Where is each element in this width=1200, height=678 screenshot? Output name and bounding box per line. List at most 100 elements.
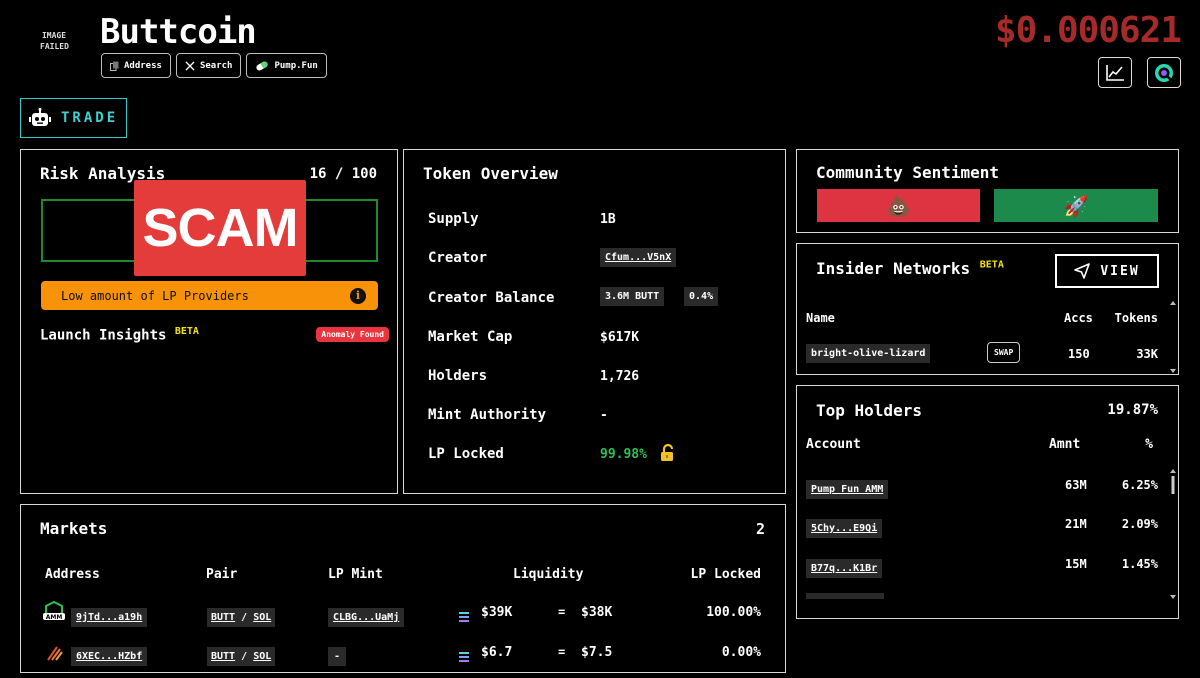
lp-locked-label: LP Locked [428,446,504,462]
token-overview-panel: Token Overview Supply 1B Creator Cfum...… [403,149,786,494]
holder-account[interactable]: 5Chy...E9Qi [806,519,883,538]
lock-icon [661,443,674,461]
top-holders-panel: Top Holders 19.87% Account Amnt % Pump F… [796,385,1179,619]
scam-stamp: SCAM [134,180,306,276]
rocket-icon: 🚀 [1063,193,1089,218]
address-chip-label: Address [124,60,162,71]
insider-networks: Insider Networks BETA [816,259,1004,278]
col-name: Name [806,311,835,325]
creator-label: Creator [428,250,488,266]
holder-percent: 2.09% [1121,517,1158,531]
view-label: VIEW [1100,263,1140,279]
trade-button[interactable]: TRADE [20,98,127,138]
insider-title: Insider Networks [816,259,971,278]
vote-good-button[interactable]: 🚀 [994,189,1158,222]
col-amount: Amnt [1049,437,1081,452]
holders-total: 19.87% [1107,402,1158,418]
market-lp-locked: 100.00% [706,605,761,620]
holder-percent: 6.25% [1121,478,1158,492]
holders-value: 1,726 [600,369,640,384]
market-pair: BUTT / SOL [207,644,276,666]
beta-badge: BETA [174,326,199,337]
poop-icon: 💩 [886,193,911,218]
send-icon [1074,263,1091,279]
overview-title: Token Overview [423,164,558,183]
pair-separator: / [241,651,248,662]
insiders-scrollbar[interactable] [1170,300,1176,374]
insider-tokens: 33K [1136,347,1158,361]
pumpfun-chip[interactable]: Pump.Fun [246,53,327,78]
pair-base-link[interactable]: BUTT [211,612,235,623]
lp-mint-address[interactable]: CLBG...UaMj [328,608,405,627]
address-chip[interactable]: Address [101,53,171,78]
pill-icon [256,61,269,70]
holder-row-partial [806,593,884,599]
lp-locked-value: 99.98% [600,447,647,462]
explorer-button[interactable] [1147,57,1181,88]
insider-name[interactable]: bright-olive-lizard [806,344,931,363]
launch-insights: Launch Insights BETA [40,326,199,344]
launch-insights-label: Launch Insights [40,327,167,344]
col-tokens: Tokens [1114,311,1158,325]
mint-authority-value: - [600,408,608,423]
holder-account[interactable]: Pump Fun AMM [806,480,889,499]
markets-title: Markets [40,519,108,538]
pair-quote-link[interactable]: SOL [253,612,271,623]
col-address: Address [45,567,100,582]
risk-analysis-panel: Risk Analysis 16 / 100 SCAM Low amount o… [20,149,398,494]
col-liquidity: Liquidity [513,567,584,582]
pair-quote-link[interactable]: SOL [253,651,271,662]
lp-mint-address: - [328,647,347,666]
liquidity-base: $39K [481,605,513,620]
col-percent: % [1145,437,1153,452]
solana-icon [458,647,470,666]
liquidity-base: $6.7 [481,645,513,660]
svg-text:AMM: AMM [46,614,63,621]
pair-base-link[interactable]: BUTT [211,651,235,662]
col-lp-mint: LP Mint [328,567,383,582]
creator-address[interactable]: Cfum...V5nX [600,248,677,267]
market-lp-locked: 0.00% [721,645,761,660]
market-address[interactable]: 9jTd...a19h [71,608,148,627]
col-accs: Accs [1064,311,1093,325]
search-chip[interactable]: Search [175,53,242,78]
liquidity-eq: = [558,645,566,659]
supply-label: Supply [428,211,479,227]
view-insiders-button[interactable]: VIEW [1055,254,1159,288]
markets-count: 2 [755,520,765,538]
markets-panel: Markets 2 Address Pair LP Mint Liquidity… [20,504,786,673]
chart-button[interactable] [1098,57,1132,88]
holder-account[interactable]: B77q...K1Br [806,559,883,578]
token-price: $0.000621 [994,10,1182,51]
pumpfun-chip-label: Pump.Fun [274,60,318,71]
col-account: Account [806,437,861,452]
risk-warning[interactable]: Low amount of LP Providers i [41,281,378,310]
anomaly-badge[interactable]: Anomaly Found [316,327,389,342]
meteora-icon [46,645,64,665]
liquidity-usd: $38K [581,605,613,620]
info-icon[interactable]: i [350,287,366,304]
col-pair: Pair [206,567,238,582]
risk-warning-text: Low amount of LP Providers [61,288,249,303]
copy-icon [110,61,119,71]
market-cap-value: $617K [600,330,640,345]
swap-button[interactable]: SWAP [987,342,1021,363]
holders-label: Holders [428,368,488,384]
explorer-logo-icon [1155,63,1173,82]
mint-authority-label: Mint Authority [428,407,547,423]
insider-networks-panel: Insider Networks BETA VIEW Name Accs Tok… [796,243,1179,375]
holder-amount: 21M [1065,517,1087,531]
token-name: Buttcoin [100,12,257,52]
robot-icon [29,108,51,126]
market-address[interactable]: 6XEC...HZbf [71,647,148,666]
trade-label: TRADE [61,110,119,126]
vote-bad-button[interactable]: 💩 [817,189,980,222]
holder-percent: 1.45% [1121,557,1158,571]
holders-scrollbar[interactable] [1170,468,1176,600]
pair-separator: / [241,612,248,623]
holder-amount: 63M [1065,478,1087,492]
holder-amount: 15M [1065,557,1087,571]
line-chart-icon [1106,64,1124,81]
market-pair: BUTT / SOL [207,605,276,627]
raydium-amm-icon: AMM [43,600,65,625]
